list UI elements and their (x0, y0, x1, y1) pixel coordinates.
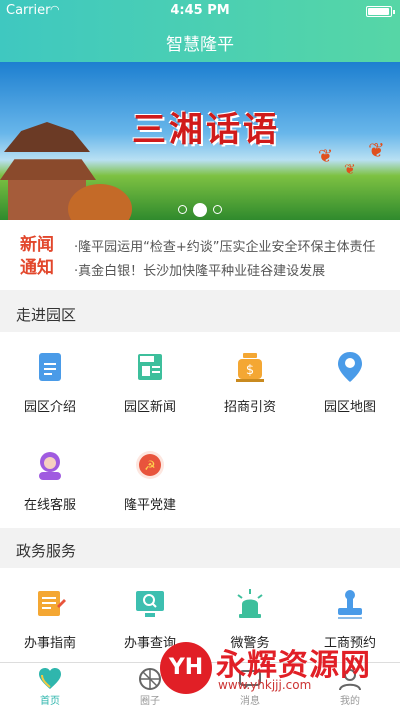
park-item-label: 招商引资 (223, 400, 276, 415)
watermark-url: www.yhkjjj.com (218, 678, 312, 692)
news-item[interactable]: ·真金白银！长沙加快隆平种业硅谷建设发展 (74, 260, 384, 279)
page-title: 智慧隆平 (166, 35, 234, 55)
battery-level (368, 8, 389, 15)
pavilion-illustration (4, 122, 90, 152)
party-emblem-icon: ☭ (133, 448, 167, 482)
money-bag-icon: $ (233, 350, 267, 384)
park-item-label: 园区新闻 (123, 400, 176, 415)
svg-text:$: $ (246, 363, 254, 378)
stamp-icon (333, 586, 367, 620)
park-item[interactable]: $ 招商引资 (200, 350, 300, 415)
news-icon (133, 350, 167, 384)
headset-icon (33, 448, 67, 482)
section-title-gov: 政务服务 (16, 542, 77, 560)
park-item-label: 隆平党建 (123, 498, 176, 513)
police-light-icon (233, 586, 267, 620)
park-item-label: 在线客服 (23, 498, 76, 513)
heart-home-icon (37, 667, 63, 691)
park-item[interactable]: 园区介绍 (0, 350, 100, 415)
watermark: YH 永辉资源网 www.yhkjjj.com (160, 640, 396, 696)
carousel-dot[interactable] (178, 205, 187, 214)
app-header: Carrier ◠ 4:45 PM 智慧隆平 (0, 0, 400, 62)
watermark-logo: YH (160, 642, 212, 694)
gov-item[interactable]: 办事指南 (0, 586, 100, 651)
section-title-park: 走进园区 (16, 306, 77, 324)
park-grid: 园区介绍 园区新闻 $ 招商引资 园区地图在线客服 ☭ 隆平党建 (0, 332, 400, 528)
guide-icon (33, 586, 67, 620)
status-bar: Carrier ◠ 4:45 PM (0, 0, 400, 22)
document-icon (33, 350, 67, 384)
status-time: 4:45 PM (170, 3, 230, 18)
maple-leaf-icon: ❦ (368, 138, 385, 162)
svg-text:☭: ☭ (144, 459, 156, 474)
battery-icon (366, 6, 395, 17)
park-item[interactable]: ☭ 隆平党建 (100, 448, 200, 513)
news-badge: 新闻 通知 (20, 234, 70, 280)
gov-item-label: 办事指南 (23, 636, 76, 651)
maple-leaf-icon: ❦ (344, 162, 356, 178)
pavilion-roof (0, 159, 96, 180)
tab-1[interactable]: 首页 (0, 663, 100, 710)
search-monitor-icon (133, 586, 167, 620)
park-item[interactable]: 在线客服 (0, 448, 100, 513)
news-badge-line: 通知 (20, 258, 54, 278)
news-badge-line: 新闻 (20, 235, 54, 255)
park-item-label: 园区介绍 (23, 400, 76, 415)
maple-leaf-icon: ❦ (318, 146, 334, 167)
banner-title: 三湘话语 (132, 110, 280, 150)
banner-carousel[interactable]: ❦ ❦ ❦ 三湘话语 (0, 62, 400, 220)
news-ticker[interactable]: 新闻 通知 ·隆平园运用“检查+约谈”压实企业安全环保主体责任 ·真金白银！长沙… (0, 220, 400, 290)
park-item[interactable]: 园区新闻 (100, 350, 200, 415)
park-item-label: 园区地图 (323, 400, 376, 415)
carousel-dot[interactable] (193, 202, 207, 217)
carousel-indicator[interactable] (0, 199, 400, 218)
news-item[interactable]: ·隆平园运用“检查+约谈”压实企业安全环保主体责任 (74, 236, 384, 255)
park-item[interactable]: 园区地图 (300, 350, 400, 415)
tab-label: 首页 (40, 696, 60, 707)
map-pin-icon (333, 350, 367, 384)
carousel-dot[interactable] (213, 205, 222, 214)
